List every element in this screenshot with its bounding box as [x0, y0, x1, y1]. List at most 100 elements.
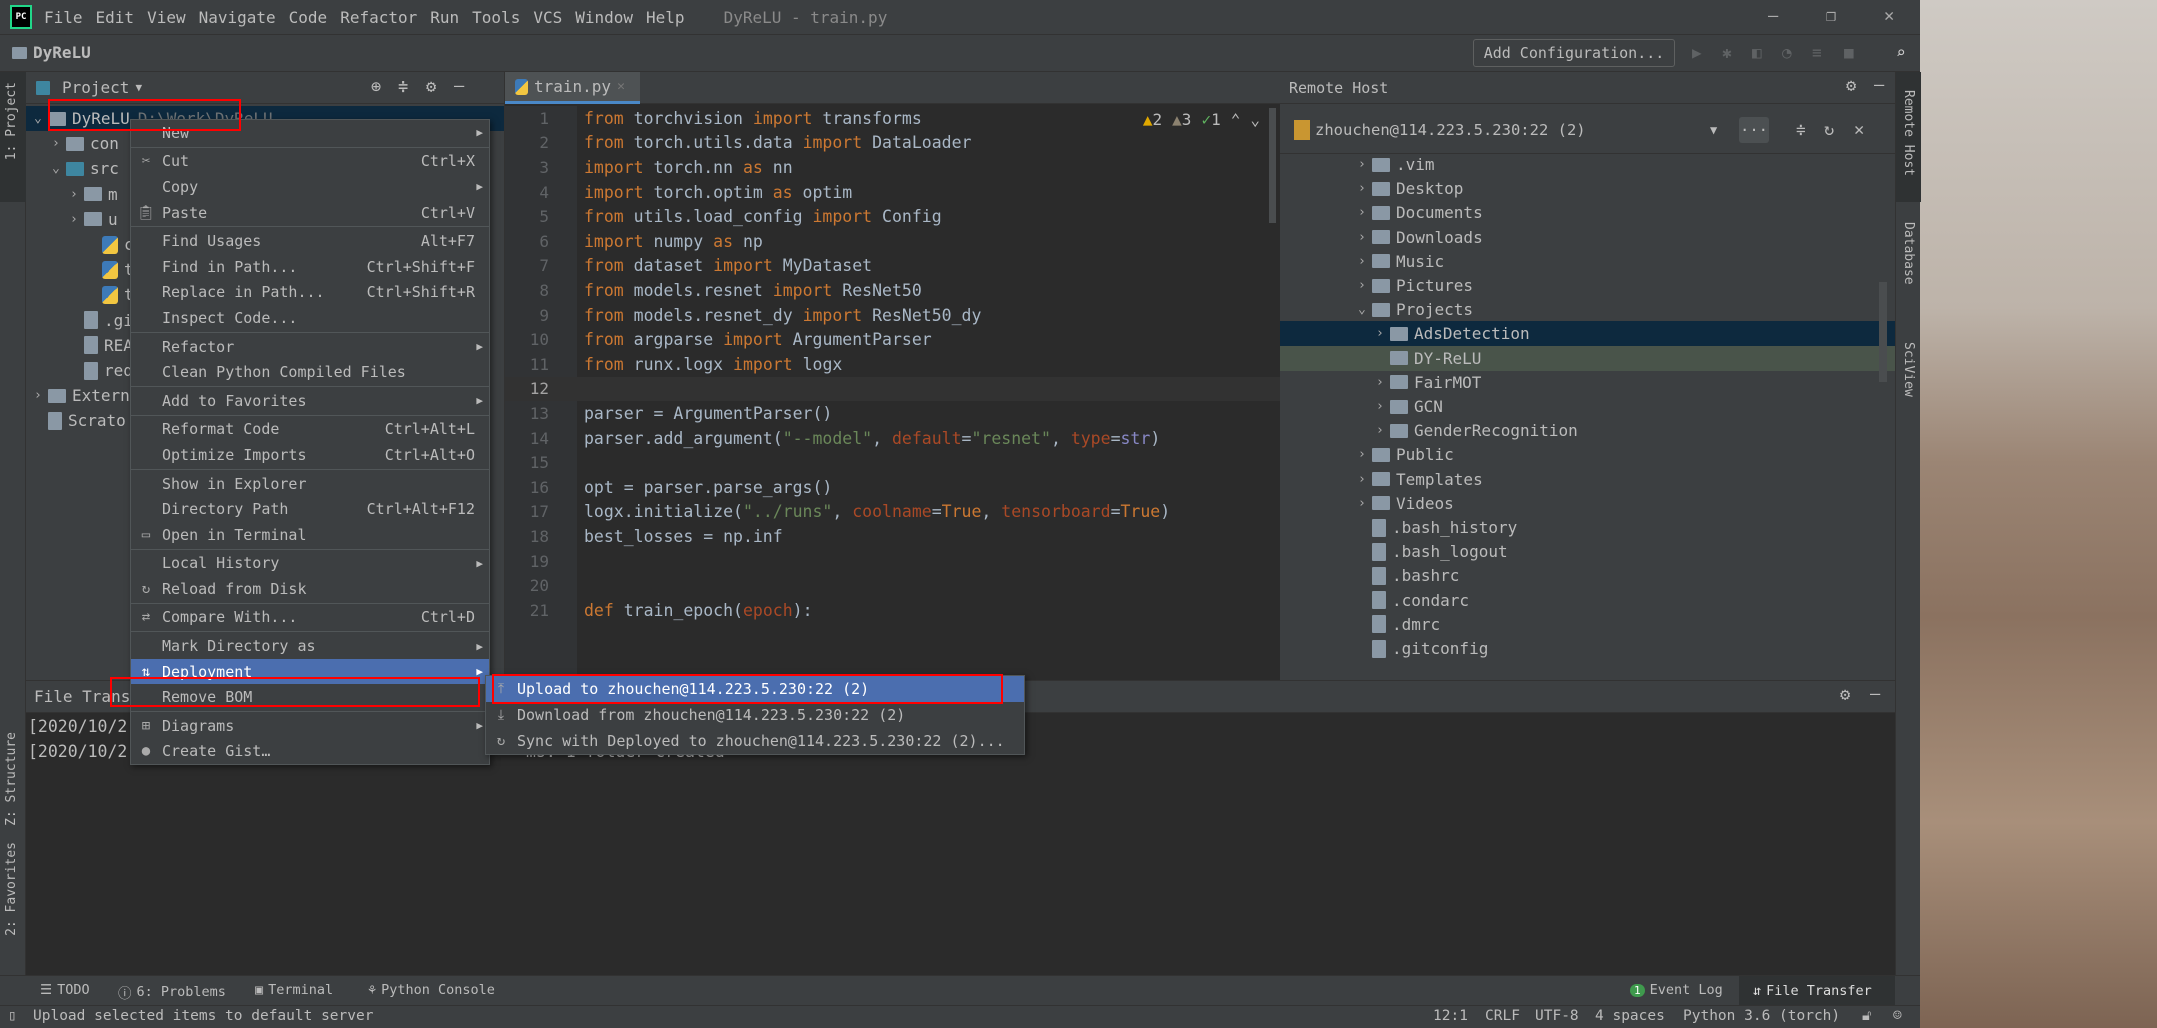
submenu-item[interactable]: ⤓ Download from zhouchen@114.223.5.230:22… [486, 702, 1024, 728]
tree-item[interactable]: › AdsDetection [1280, 321, 1895, 347]
menu-view[interactable]: View [147, 8, 186, 27]
close-icon[interactable]: ✕ [1854, 120, 1864, 140]
server-selector[interactable]: zhouchen@114.223.5.230:22 (2) ▼ ... ≑ ↻ … [1280, 106, 1895, 154]
code-line[interactable]: 15 [505, 450, 1280, 475]
project-tool-tab[interactable]: 1: Project [4, 82, 19, 160]
code-line[interactable]: 13 parser = ArgumentParser() [505, 401, 1280, 426]
menu-item-optimize-imports[interactable]: Optimize Imports Ctrl+Alt+O [131, 442, 489, 468]
gear-icon[interactable]: ⚙ [426, 77, 436, 97]
search-icon[interactable]: ⌕ [1896, 43, 1906, 62]
code-line[interactable]: 20 [505, 573, 1280, 598]
code-line[interactable]: 21 def train_epoch(epoch): [505, 598, 1280, 623]
tree-item[interactable]: › Templates [1280, 467, 1895, 492]
code-line[interactable]: 7 from dataset import MyDataset [505, 254, 1280, 279]
code-line[interactable]: 4 import torch.optim as optim [505, 180, 1280, 205]
code-line[interactable]: 8 from models.resnet import ResNet50 [505, 278, 1280, 303]
code-line[interactable]: 5 from utils.load_config import Config [505, 204, 1280, 229]
tree-item[interactable]: › .vim [1280, 152, 1895, 177]
tree-item[interactable]: › Videos [1280, 491, 1895, 516]
chevron-down-icon[interactable]: ⌄ [52, 161, 66, 176]
run-icon[interactable]: ▶ [1692, 43, 1702, 62]
chevron-right-icon[interactable]: › [1358, 205, 1372, 220]
menu-item-diagrams[interactable]: ⊞ Diagrams ▶ [131, 713, 489, 739]
menu-run[interactable]: Run [430, 8, 459, 27]
dropdown-arrow-icon[interactable]: ▼ [1710, 123, 1717, 137]
close-tab-icon[interactable]: ✕ [617, 79, 625, 94]
minimize-icon[interactable]: — [1768, 6, 1778, 26]
chevron-right-icon[interactable]: › [1358, 181, 1372, 196]
collapse-all-icon[interactable]: ≑ [398, 77, 408, 97]
menu-item-cut[interactable]: ✂ Cut Ctrl+X [131, 149, 489, 175]
lock-icon[interactable]: 🔓︎ [1862, 1008, 1871, 1024]
menu-item-find-usages[interactable]: Find Usages Alt+F7 [131, 228, 489, 254]
menu-refactor[interactable]: Refactor [340, 8, 417, 27]
python-console-tool-button[interactable]: ⚘ Python Console [368, 982, 495, 998]
chevron-right-icon[interactable]: › [34, 388, 48, 403]
menu-item-refactor[interactable]: Refactor ▶ [131, 334, 489, 360]
refresh-icon[interactable]: ↻ [1824, 120, 1834, 140]
chevron-right-icon[interactable]: › [1358, 254, 1372, 269]
menu-edit[interactable]: Edit [96, 8, 135, 27]
tree-item[interactable]: DY-ReLU [1280, 345, 1895, 371]
code-line[interactable]: 19 [505, 549, 1280, 574]
file-transfer-tool-button[interactable]: ⇵ File Transfer [1739, 976, 1895, 1005]
tree-item[interactable]: .bashrc [1280, 563, 1895, 588]
chevron-down-icon[interactable]: ⌄ [1358, 302, 1372, 317]
chevron-right-icon[interactable]: › [70, 212, 84, 227]
restore-icon[interactable]: ❐ [1826, 6, 1836, 26]
status-panel-icon[interactable]: ▯ [8, 1008, 17, 1024]
event-log-tool-button[interactable]: 1 Event Log [1630, 982, 1723, 998]
add-configuration-button[interactable]: Add Configuration... [1473, 39, 1675, 67]
hide-panel-icon[interactable]: — [454, 76, 464, 96]
menu-vcs[interactable]: VCS [533, 8, 562, 27]
file-encoding[interactable]: UTF-8 [1535, 1008, 1579, 1024]
chevron-right-icon[interactable]: › [1358, 157, 1372, 172]
chevron-right-icon[interactable]: › [1376, 399, 1390, 414]
inspection-widget[interactable]: ▲2 ▲3 ✓1 ⌃ ⌄ [1143, 110, 1260, 129]
chevron-right-icon[interactable]: › [1358, 496, 1372, 511]
tree-item[interactable]: › FairMOT [1280, 370, 1895, 395]
more-button[interactable]: ... [1739, 116, 1769, 143]
menu-item-inspect-code[interactable]: Inspect Code... [131, 305, 489, 331]
menu-item-clean-python-compiled-files[interactable]: Clean Python Compiled Files [131, 359, 489, 385]
menu-item-create-gist[interactable]: ● Create Gist… [131, 739, 489, 765]
menu-item-deployment[interactable]: ⇅ Deployment ▶ [131, 658, 489, 685]
tab-train-py[interactable]: train.py ✕ [505, 72, 640, 104]
collapse-icon[interactable]: ≑ [1796, 120, 1806, 139]
menu-item-find-in-path[interactable]: Find in Path... Ctrl+Shift+F [131, 254, 489, 280]
tree-item[interactable]: › Music [1280, 249, 1895, 274]
hide-panel-icon[interactable]: — [1870, 684, 1880, 704]
menu-item-directory-path[interactable]: Directory Path Ctrl+Alt+F12 [131, 496, 489, 522]
chevron-down-icon[interactable]: ⌄ [34, 111, 48, 126]
menu-item-local-history[interactable]: Local History ▶ [131, 551, 489, 577]
concurrency-icon[interactable]: ≡ [1812, 43, 1822, 62]
code-line[interactable]: 3 import torch.nn as nn [505, 155, 1280, 180]
sciview-tool-tab[interactable]: SciView [1901, 342, 1916, 397]
remote-scrollbar[interactable] [1879, 282, 1887, 382]
coverage-icon[interactable]: ◧ [1752, 43, 1762, 62]
chevron-right-icon[interactable]: › [1358, 230, 1372, 245]
menu-item-reformat-code[interactable]: Reformat Code Ctrl+Alt+L [131, 417, 489, 443]
chevron-right-icon[interactable]: › [1358, 278, 1372, 293]
code-line[interactable]: 14 parser.add_argument("--model", default… [505, 426, 1280, 451]
code-line[interactable]: 16 opt = parser.parse_args() [505, 475, 1280, 500]
chevron-right-icon[interactable]: › [1358, 472, 1372, 487]
remote-host-tool-tab[interactable]: Remote Host [1901, 90, 1916, 176]
menu-item-remove-bom[interactable]: Remove BOM [131, 684, 489, 710]
code-line[interactable]: 2 from torch.utils.data import DataLoader [505, 131, 1280, 156]
menu-item-paste[interactable]: 📋︎ Paste Ctrl+V [131, 200, 489, 226]
next-highlight-icon[interactable]: ⌄ [1250, 110, 1260, 129]
menu-item-replace-in-path[interactable]: Replace in Path... Ctrl+Shift+R [131, 280, 489, 306]
tree-item[interactable]: › Desktop [1280, 176, 1895, 201]
python-interpreter[interactable]: Python 3.6 (torch) [1683, 1008, 1840, 1024]
tree-item[interactable]: › Public [1280, 442, 1895, 467]
chevron-right-icon[interactable]: › [1376, 423, 1390, 438]
tree-item[interactable]: .dmrc [1280, 612, 1895, 637]
debug-icon[interactable]: ✱ [1722, 43, 1732, 62]
tree-item[interactable]: › GCN [1280, 394, 1895, 419]
code-line[interactable]: 9 from models.resnet_dy import ResNet50_d… [505, 303, 1280, 328]
code-line[interactable]: 17 logx.initialize("../runs", coolname=Tr… [505, 500, 1280, 525]
menu-navigate[interactable]: Navigate [199, 8, 276, 27]
tree-item[interactable]: › Downloads [1280, 225, 1895, 250]
code-line[interactable]: 11 from runx.logx import logx [505, 352, 1280, 377]
